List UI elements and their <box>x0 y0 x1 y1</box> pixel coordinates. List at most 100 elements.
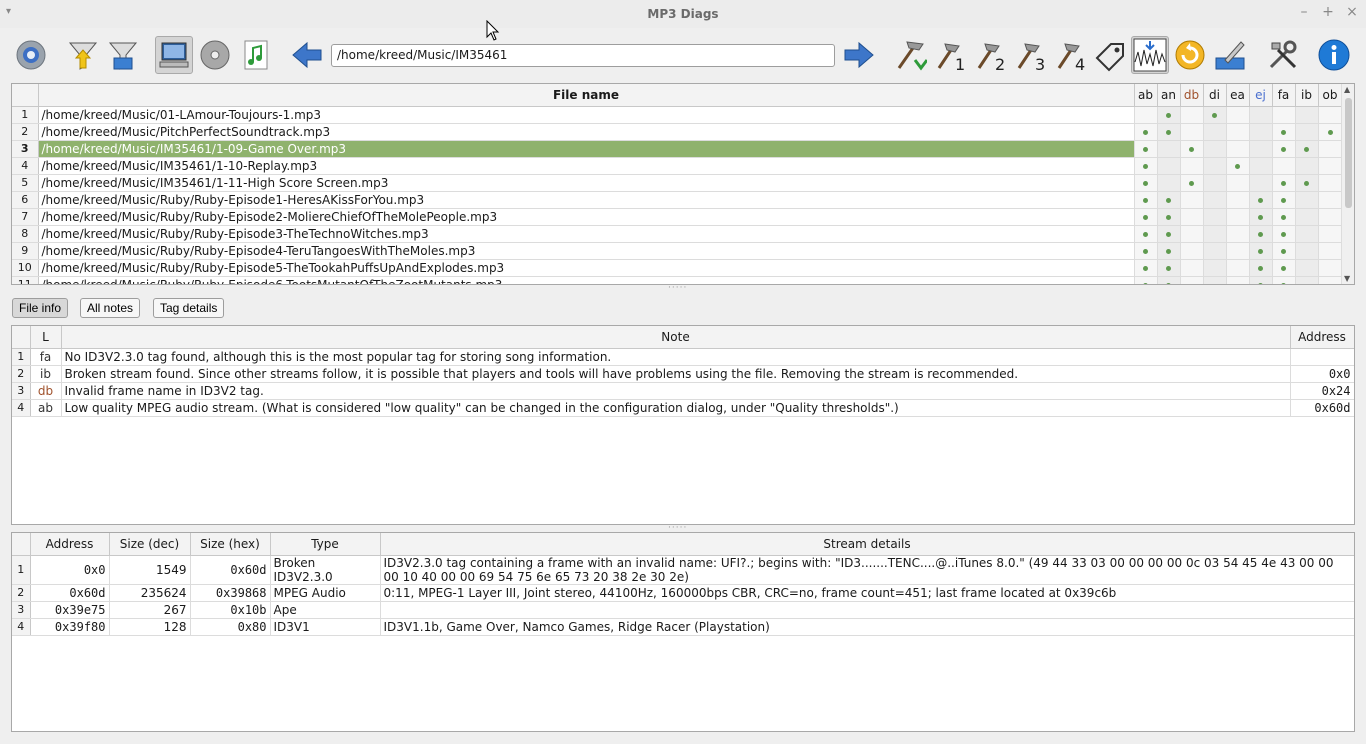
file-row[interactable]: 8/home/kreed/Music/Ruby/Ruby-Episode3-Th… <box>12 225 1343 243</box>
all-files-icon[interactable] <box>155 36 193 74</box>
size-hex-header[interactable]: Size (hex) <box>190 533 271 556</box>
level-header[interactable]: L <box>30 326 62 349</box>
note-flag-cell[interactable] <box>1180 242 1204 260</box>
note-flag-cell[interactable] <box>1203 242 1227 260</box>
note-flag-cell[interactable] <box>1203 225 1227 243</box>
note-flag-cell[interactable] <box>1180 208 1204 226</box>
note-flag-cell[interactable] <box>1134 242 1158 260</box>
note-flag-cell[interactable] <box>1318 259 1343 277</box>
note-column-ea[interactable]: ea <box>1226 84 1250 107</box>
row-number[interactable]: 4 <box>12 157 39 175</box>
file-name-cell[interactable]: /home/kreed/Music/01-LAmour-Toujours-1.m… <box>38 106 1135 124</box>
note-flag-cell[interactable] <box>1134 106 1158 124</box>
file-list-scrollbar[interactable]: ▲ ▼ <box>1341 84 1354 284</box>
note-flag-cell[interactable] <box>1272 242 1296 260</box>
row-number[interactable]: 3 <box>12 140 39 158</box>
note-flag-cell[interactable] <box>1318 174 1343 192</box>
note-flag-cell[interactable] <box>1157 174 1181 192</box>
note-flag-cell[interactable] <box>1226 191 1250 209</box>
row-number[interactable]: 6 <box>12 191 39 209</box>
address-header[interactable]: Address <box>30 533 110 556</box>
note-flag-cell[interactable] <box>1295 208 1319 226</box>
stream-row[interactable]: 1 0x0 1549 0x60d Broken ID3V2.3.0 ID3V2.3.0 t… <box>12 555 1354 585</box>
note-flag-cell[interactable] <box>1249 191 1273 209</box>
note-row[interactable]: 1 fa No ID3V2.3.0 tag found, although this… <box>12 348 1354 366</box>
note-flag-cell[interactable] <box>1226 106 1250 124</box>
note-flag-cell[interactable] <box>1295 174 1319 192</box>
note-flag-cell[interactable] <box>1318 140 1343 158</box>
note-flag-cell[interactable] <box>1203 157 1227 175</box>
note-flag-cell[interactable] <box>1203 123 1227 141</box>
note-flag-cell[interactable] <box>1226 157 1250 175</box>
close-button[interactable]: × <box>1344 4 1360 20</box>
corner-cell[interactable] <box>12 533 31 556</box>
note-flag-cell[interactable] <box>1203 259 1227 277</box>
file-name-cell[interactable]: /home/kreed/Music/Ruby/Ruby-Episode5-The… <box>38 259 1135 277</box>
corner-cell[interactable] <box>12 326 31 349</box>
note-flag-cell[interactable] <box>1226 242 1250 260</box>
file-name-cell[interactable]: /home/kreed/Music/Ruby/Ruby-Episode3-The… <box>38 225 1135 243</box>
row-number[interactable]: 1 <box>12 555 31 585</box>
note-flag-cell[interactable] <box>1295 191 1319 209</box>
note-flag-cell[interactable] <box>1180 106 1204 124</box>
note-flag-cell[interactable] <box>1203 106 1227 124</box>
note-flag-cell[interactable] <box>1157 157 1181 175</box>
row-number[interactable]: 9 <box>12 242 39 260</box>
note-flag-cell[interactable] <box>1295 276 1319 284</box>
custom-transform-3-icon[interactable]: 3 <box>1011 36 1049 74</box>
note-flag-cell[interactable] <box>1134 191 1158 209</box>
size-dec-header[interactable]: Size (dec) <box>109 533 191 556</box>
playlist-icon[interactable] <box>236 36 274 74</box>
stream-row[interactable]: 3 0x39e75 267 0x10b Ape <box>12 601 1354 619</box>
note-flag-cell[interactable] <box>1134 259 1158 277</box>
note-column-ob[interactable]: ob <box>1318 84 1343 107</box>
note-flag-cell[interactable] <box>1272 106 1296 124</box>
note-flag-cell[interactable] <box>1318 242 1343 260</box>
row-number[interactable]: 5 <box>12 174 39 192</box>
note-flag-cell[interactable] <box>1249 174 1273 192</box>
file-name-cell[interactable]: /home/kreed/Music/Ruby/Ruby-Episode2-Mol… <box>38 208 1135 226</box>
note-flag-cell[interactable] <box>1180 140 1204 158</box>
row-number[interactable]: 2 <box>12 123 39 141</box>
file-row[interactable]: 7/home/kreed/Music/Ruby/Ruby-Episode2-Mo… <box>12 208 1343 226</box>
row-number[interactable]: 1 <box>12 348 31 366</box>
note-flag-cell[interactable] <box>1318 208 1343 226</box>
row-number[interactable]: 1 <box>12 106 39 124</box>
file-name-cell[interactable]: /home/kreed/Music/Ruby/Ruby-Episode6-Too… <box>38 276 1135 284</box>
file-row[interactable]: 10/home/kreed/Music/Ruby/Ruby-Episode5-T… <box>12 259 1343 277</box>
tab-file-info[interactable]: File info <box>12 298 69 318</box>
note-column-ib[interactable]: ib <box>1295 84 1319 107</box>
minimize-button[interactable]: – <box>1296 4 1312 20</box>
note-flag-cell[interactable] <box>1318 123 1343 141</box>
scroll-up-icon[interactable]: ▲ <box>1344 85 1350 94</box>
prev-folder-icon[interactable] <box>288 36 326 74</box>
note-flag-cell[interactable] <box>1226 208 1250 226</box>
address-header[interactable]: Address <box>1290 326 1354 349</box>
note-flag-cell[interactable] <box>1203 191 1227 209</box>
file-name-cell[interactable]: /home/kreed/Music/IM35461/1-10-Replay.mp… <box>38 157 1135 175</box>
note-column-db[interactable]: db <box>1180 84 1204 107</box>
note-flag-cell[interactable] <box>1157 106 1181 124</box>
note-flag-cell[interactable] <box>1226 123 1250 141</box>
next-folder-icon[interactable] <box>840 36 878 74</box>
note-column-di[interactable]: di <box>1203 84 1227 107</box>
note-flag-cell[interactable] <box>1203 276 1227 284</box>
note-flag-cell[interactable] <box>1249 140 1273 158</box>
path-input[interactable]: /home/kreed/Music/IM35461 <box>331 44 835 67</box>
note-flag-cell[interactable] <box>1203 140 1227 158</box>
settings-icon[interactable] <box>12 36 50 74</box>
note-flag-cell[interactable] <box>1180 276 1204 284</box>
file-name-cell[interactable]: /home/kreed/Music/IM35461/1-09-Game Over… <box>38 140 1135 158</box>
note-flag-cell[interactable] <box>1203 208 1227 226</box>
note-flag-cell[interactable] <box>1295 140 1319 158</box>
tab-all-notes[interactable]: All notes <box>80 298 141 318</box>
note-flag-cell[interactable] <box>1134 208 1158 226</box>
file-row[interactable]: 1/home/kreed/Music/01-LAmour-Toujours-1.… <box>12 106 1343 124</box>
note-flag-cell[interactable] <box>1249 123 1273 141</box>
maximize-button[interactable]: + <box>1320 4 1336 20</box>
type-header[interactable]: Type <box>270 533 381 556</box>
scroll-down-icon[interactable]: ▼ <box>1344 274 1350 283</box>
file-row[interactable]: 2/home/kreed/Music/PitchPerfectSoundtrac… <box>12 123 1343 141</box>
row-number[interactable]: 2 <box>12 365 31 383</box>
note-flag-cell[interactable] <box>1134 140 1158 158</box>
